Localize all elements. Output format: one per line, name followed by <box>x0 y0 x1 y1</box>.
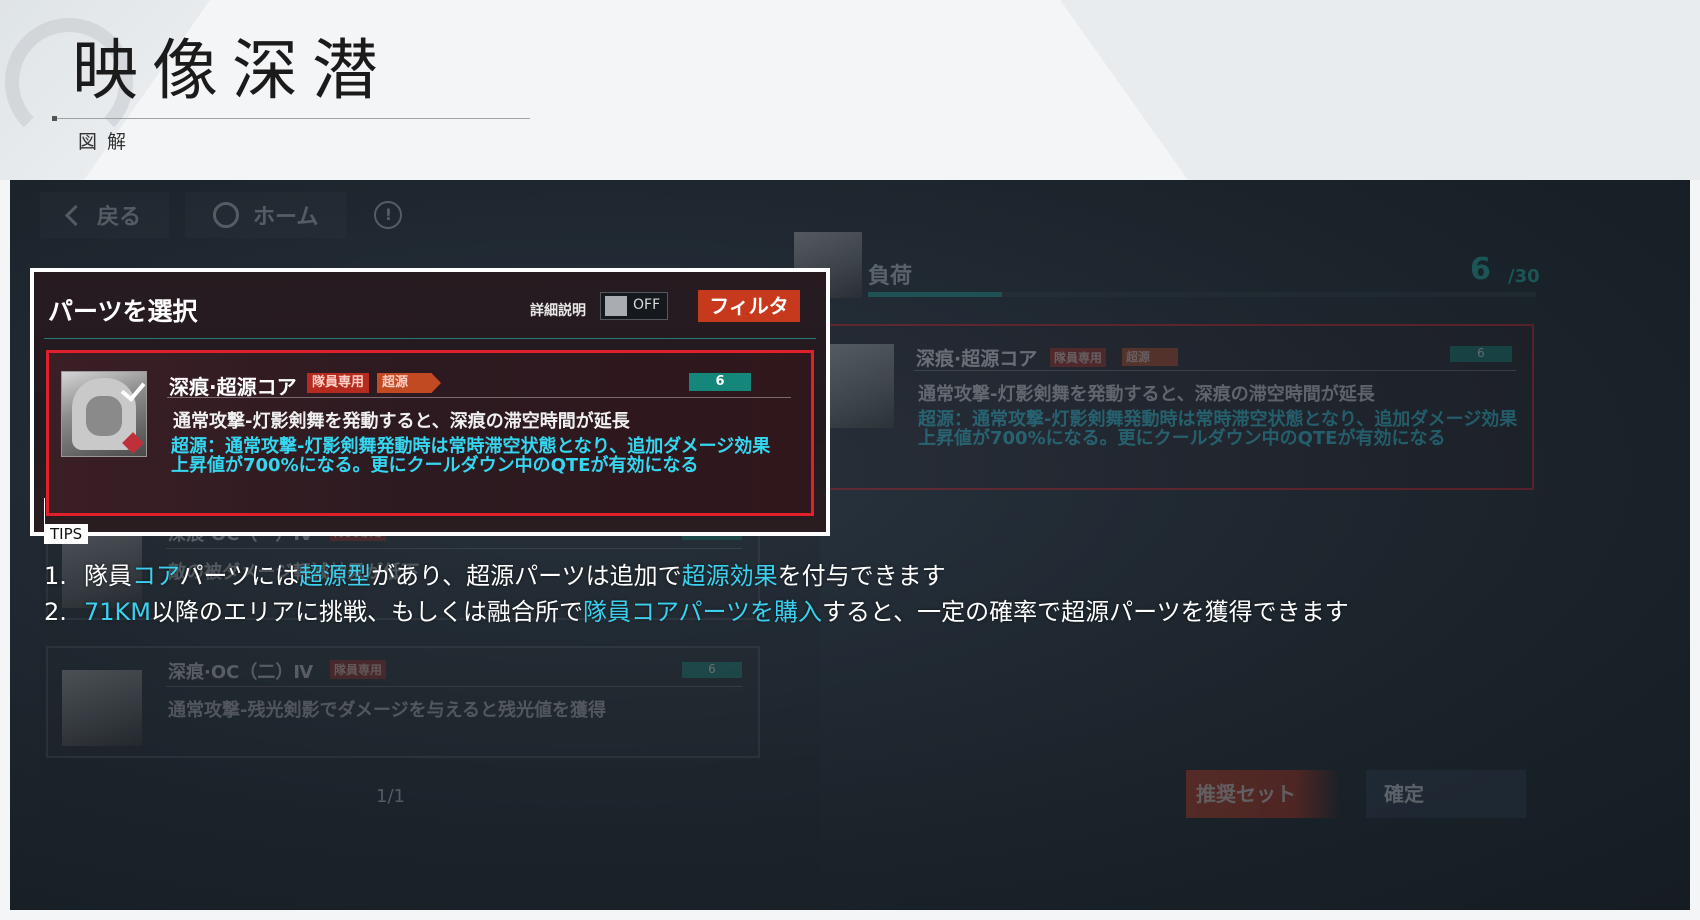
top-nav: 戻る ホーム ! <box>40 192 403 238</box>
part-divider <box>914 370 1516 371</box>
selected-part-card[interactable]: 深痕·超源コア 隊員専用 超源 6 通常攻撃-灯影剣舞を発動すると、深痕の滞空時… <box>46 350 814 516</box>
back-button[interactable]: 戻る <box>40 192 169 238</box>
load-max: /30 <box>1508 266 1540 287</box>
tips-text: 隊員 <box>84 562 132 590</box>
detail-toggle[interactable]: OFF <box>600 292 668 320</box>
tips-text: 以降のエリアに挑戦、もしくは融合所で <box>150 598 583 626</box>
panel-title: パーツを選択 <box>48 297 198 326</box>
part-name: 深痕·OC（二）Ⅳ <box>168 662 314 683</box>
tips-highlight-text: 隊員コアパーツを購入 <box>582 598 823 626</box>
tips-highlight-text: コア <box>132 562 180 590</box>
part-avatar <box>61 371 147 457</box>
panel-header: パーツを選択 詳細説明 OFF フィルタ <box>44 286 812 330</box>
back-label: 戻る <box>97 205 142 230</box>
home-button[interactable]: ホーム <box>185 192 346 238</box>
part-tag-source: 超源 <box>1122 348 1178 366</box>
tips-badge: TIPS <box>44 524 89 544</box>
recommend-set-button[interactable]: 推奨セット <box>1186 770 1342 818</box>
tips-highlight-text: 超源型 <box>299 562 372 590</box>
tips-line-number: 2. <box>44 598 67 626</box>
part-tag-source: 超源 <box>377 373 441 393</box>
part-name: 深痕·超源コア <box>916 348 1038 370</box>
page-subtitle: 図解 <box>78 131 137 153</box>
info-icon[interactable]: ! <box>374 201 403 229</box>
confirm-button[interactable]: 確定 <box>1366 770 1526 818</box>
tips-line: 2. 71KM以降のエリアに挑戦、もしくは融合所で隊員コアパーツを購入すると、一定… <box>44 592 1349 627</box>
avatar-face <box>86 396 122 436</box>
part-tag-exclusive: 隊員専用 <box>1050 348 1107 367</box>
load-progress-track <box>868 292 1536 297</box>
tips-text: パーツには <box>179 562 300 590</box>
part-avatar <box>62 670 142 746</box>
panel-divider <box>44 338 816 339</box>
home-label: ホーム <box>253 205 319 230</box>
tips-line: 1. 隊員コアパーツには超源型があり、超源パーツは追加で超源効果を付与できます <box>44 556 946 591</box>
chevron-left-icon <box>64 204 87 226</box>
load-max-value: 30 <box>1514 266 1540 287</box>
part-divider <box>166 686 742 687</box>
tips-highlight-text: 71KM <box>84 598 151 626</box>
toggle-state: OFF <box>633 297 661 313</box>
tips-connector-line <box>44 498 45 526</box>
part-description: 通常攻撃-残光剣影でダメージを与えると残光値を獲得 <box>168 700 607 721</box>
part-cost: 6 <box>682 662 742 678</box>
part-cost: 6 <box>1450 346 1512 362</box>
part-divider <box>166 548 742 549</box>
tips-line-number: 1. <box>44 562 67 590</box>
tips-text: を付与できます <box>777 562 946 590</box>
part-tag-exclusive: 隊員専用 <box>330 660 387 679</box>
part-effect: 超源：通常攻撃-灯影剣舞発動時は常時滞空状態となり、追加ダメージ効果上昇値が70… <box>171 436 771 476</box>
tips-line-text: 71KM以降のエリアに挑戦、もしくは融合所で隊員コアパーツを購入すると、一定の確… <box>84 598 1349 626</box>
detail-toggle-label: 詳細説明 <box>530 303 586 319</box>
tips-line-text: 隊員コアパーツには超源型があり、超源パーツは追加で超源効果を付与できます <box>84 562 946 590</box>
home-circle-icon <box>213 202 240 228</box>
part-effect: 超源：通常攻撃-灯影剣舞発動時は常時滞空状態となり、追加ダメージ効果上昇値が70… <box>918 409 1518 449</box>
tips-text: があり、超源パーツは追加で <box>371 562 682 590</box>
load-current: 6 <box>1470 252 1491 287</box>
equipped-part-card[interactable]: 深痕·超源コア 隊員専用 超源 6 通常攻撃-灯影剣舞を発動すると、深痕の滞空時… <box>798 324 1534 490</box>
game-screenshot: 戻る ホーム ! 深痕·OC（一）Ⅳ 隊員専用 6 敵の被ダメージ軽減効果が低下… <box>10 180 1690 910</box>
part-name: 深痕·超源コア <box>169 375 297 399</box>
toggle-knob <box>605 296 627 316</box>
list-item[interactable]: 深痕·OC（二）Ⅳ 隊員専用 6 通常攻撃-残光剣影でダメージを与えると残光値を… <box>46 646 760 758</box>
highlighted-parts-panel: パーツを選択 詳細説明 OFF フィルタ 深痕·超源コア 隊員専用 超源 6 通… <box>30 268 830 536</box>
part-description: 通常攻撃-灯影剣舞を発動すると、深痕の滞空時間が延長 <box>918 384 1375 405</box>
tips-text: すると、一定の確率で超源パーツを獲得できます <box>822 598 1349 626</box>
title-divider <box>52 118 530 119</box>
part-cost: 6 <box>689 373 751 391</box>
load-label: 負荷 <box>868 264 913 289</box>
filter-button[interactable]: フィルタ <box>698 290 800 322</box>
part-divider <box>167 397 791 398</box>
load-progress-fill <box>868 292 1002 297</box>
part-description: 通常攻撃-灯影剣舞を発動すると、深痕の滞空時間が延長 <box>173 411 630 432</box>
tips-highlight-text: 超源効果 <box>681 562 778 590</box>
part-tag-exclusive: 隊員専用 <box>307 373 370 393</box>
page-indicator: 1/1 <box>376 786 405 807</box>
header-decor-right <box>1060 0 1700 180</box>
title-divider-dot <box>52 116 57 121</box>
page-title: 映像深潜 <box>72 32 392 109</box>
